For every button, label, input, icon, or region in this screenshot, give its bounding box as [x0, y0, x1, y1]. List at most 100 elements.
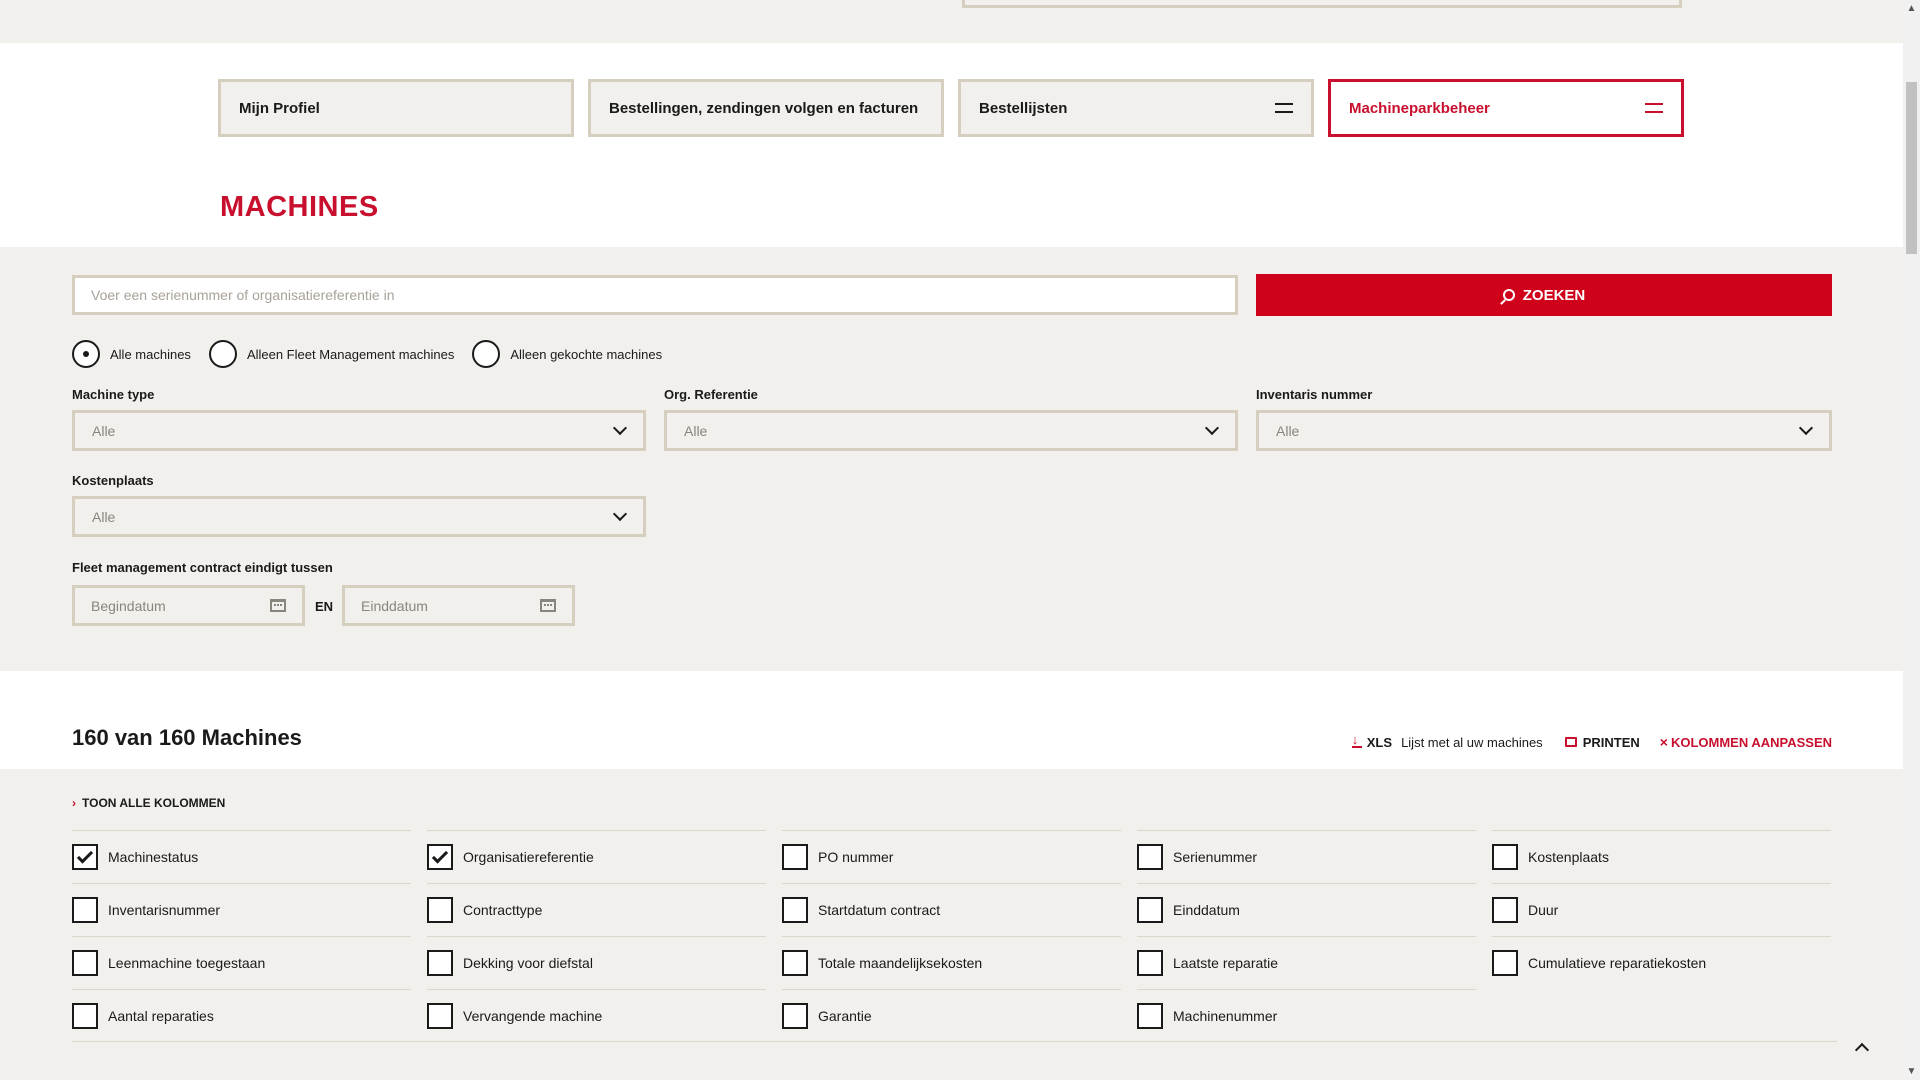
chevron-down-icon: [612, 506, 628, 521]
tab-label: Bestellijsten: [979, 99, 1068, 117]
menu-icon: [1275, 103, 1293, 113]
column-checkbox[interactable]: Cumulatieve reparatiekosten: [1492, 936, 1831, 989]
page-title: MACHINES: [220, 191, 379, 223]
column-checkbox[interactable]: Serienummer: [1137, 830, 1476, 883]
column-checkbox[interactable]: Leenmachine toegestaan: [72, 936, 411, 989]
print-label: PRINTEN: [1582, 734, 1640, 750]
show-all-columns-label: TOON ALLE KOLOMMEN: [82, 796, 226, 810]
checkbox-empty-icon: [1492, 950, 1518, 976]
end-date-input[interactable]: Einddatum: [342, 585, 575, 626]
tab-bestellijsten[interactable]: Bestellijsten: [958, 79, 1314, 137]
radio-fleet-management[interactable]: Alleen Fleet Management machines: [208, 340, 455, 368]
column-checkbox-label: Aantal reparaties: [108, 1008, 214, 1024]
xls-description: Lijst met al uw machines: [1401, 734, 1543, 750]
checkbox-empty-icon: [782, 844, 808, 870]
chevron-down-icon: [1204, 420, 1220, 435]
inventory-label: Inventaris nummer: [1256, 387, 1373, 402]
search-button[interactable]: ZOEKEN: [1256, 274, 1832, 316]
tab-machineparkbeheer[interactable]: Machineparkbeheer: [1328, 79, 1684, 137]
show-all-columns-toggle[interactable]: › TOON ALLE KOLOMMEN: [72, 796, 225, 810]
inventory-select[interactable]: Alle: [1256, 410, 1832, 451]
column-checkbox[interactable]: PO nummer: [782, 830, 1121, 883]
filter-panel: ZOEKEN Alle machines Alleen Fleet Manage…: [0, 247, 1903, 671]
tab-mijn-profiel[interactable]: Mijn Profiel: [218, 79, 574, 137]
checkbox-empty-icon: [427, 950, 453, 976]
machine-type-label: Machine type: [72, 387, 155, 402]
chevron-down-icon: [612, 420, 628, 435]
results-header: 160 van 160 Machines XLS Lijst met al uw…: [0, 671, 1903, 769]
checkbox-empty-icon: [427, 897, 453, 923]
radio-all-machines[interactable]: Alle machines: [72, 340, 191, 368]
close-icon: ×: [1659, 734, 1668, 750]
radio-empty-icon: [472, 340, 501, 368]
column-checkbox-label: Laatste reparatie: [1173, 955, 1279, 971]
cost-center-label: Kostenplaats: [72, 473, 154, 488]
column-checkbox[interactable]: Einddatum: [1137, 883, 1476, 936]
column-checkbox[interactable]: Organisatiereferentie: [427, 830, 766, 883]
customize-columns-link[interactable]: × KOLOMMEN AANPASSEN: [1660, 734, 1832, 750]
tab-label: Machineparkbeheer: [1349, 99, 1490, 117]
select-value: Alle: [92, 508, 116, 525]
column-checkbox-label: Totale maandelijksekosten: [818, 955, 983, 971]
radio-label: Alleen Fleet Management machines: [246, 346, 455, 362]
checkbox-empty-icon: [1137, 1003, 1163, 1029]
date-placeholder: Begindatum: [91, 597, 166, 614]
column-checkbox[interactable]: Duur: [1492, 883, 1831, 936]
radio-purchased[interactable]: Alleen gekochte machines: [472, 340, 662, 368]
contract-label: Fleet management contract eindigt tussen: [72, 560, 333, 575]
checkbox-empty-icon: [427, 1003, 453, 1029]
start-date-input[interactable]: Begindatum: [72, 585, 305, 626]
column-checkbox-grid: Machinestatus Organisatiereferentie PO num…: [72, 830, 1847, 1042]
column-checkbox-label: Kostenplaats: [1528, 849, 1609, 865]
scroll-up-arrow-icon[interactable]: ▲: [1903, 0, 1920, 17]
column-checkbox-label: Startdatum contract: [818, 902, 941, 918]
column-checkbox[interactable]: Dekking voor diefstal: [427, 936, 766, 989]
column-checkbox[interactable]: Inventarisnummer: [72, 883, 411, 936]
radio-empty-icon: [208, 340, 237, 368]
print-link[interactable]: PRINTEN: [1564, 734, 1640, 750]
scrollbar[interactable]: ▲ ▼: [1903, 0, 1920, 1080]
radio-selected-icon: [72, 340, 100, 368]
menu-icon: [1645, 103, 1663, 113]
column-checkbox[interactable]: Startdatum contract: [782, 883, 1121, 936]
cost-center-select[interactable]: Alle: [72, 496, 646, 537]
column-checkbox[interactable]: Machinestatus: [72, 830, 411, 883]
checkbox-empty-icon: [782, 1003, 808, 1029]
tab-label: Mijn Profiel: [239, 99, 320, 117]
top-strip: [0, 0, 1903, 43]
select-value: Alle: [684, 422, 708, 439]
org-ref-label: Org. Referentie: [664, 387, 758, 402]
column-checkbox-label: Vervangende machine: [463, 1008, 603, 1024]
calendar-icon: [270, 599, 286, 612]
column-checkbox-label: Dekking voor diefstal: [463, 955, 593, 971]
column-checkbox[interactable]: Garantie: [782, 989, 1121, 1042]
radio-label: Alleen gekochte machines: [510, 346, 663, 362]
checkbox-empty-icon: [72, 950, 98, 976]
scroll-down-arrow-icon[interactable]: ▼: [1903, 1063, 1920, 1080]
checkbox-empty-icon: [1492, 844, 1518, 870]
scroll-thumb[interactable]: [1906, 82, 1917, 254]
xls-label: XLS: [1366, 734, 1393, 750]
column-checkbox-label: Serienummer: [1173, 849, 1258, 865]
column-checkbox-label: PO nummer: [818, 849, 894, 865]
account-nav: Mijn Profiel Bestellingen, zendingen vol…: [0, 43, 1903, 247]
column-checkbox-label: Cumulatieve reparatiekosten: [1528, 955, 1707, 971]
tab-bestellingen[interactable]: Bestellingen, zendingen volgen en factur…: [588, 79, 944, 137]
org-ref-select[interactable]: Alle: [664, 410, 1238, 451]
column-checkbox[interactable]: Totale maandelijksekosten: [782, 936, 1121, 989]
column-checkbox-label: Duur: [1528, 902, 1559, 918]
column-checkbox-label: Inventarisnummer: [108, 902, 221, 918]
machine-type-select[interactable]: Alle: [72, 410, 646, 451]
xls-export-link[interactable]: XLS Lijst met al uw machines: [1351, 732, 1543, 750]
checkbox-checked-icon: [427, 844, 453, 870]
column-checkbox[interactable]: Contracttype: [427, 883, 766, 936]
column-checkbox[interactable]: Laatste reparatie: [1137, 936, 1476, 989]
search-input[interactable]: [72, 275, 1238, 315]
back-to-top-button[interactable]: [1851, 1036, 1873, 1058]
customize-columns-label: KOLOMMEN AANPASSEN: [1670, 734, 1832, 750]
divider: [72, 1041, 1837, 1042]
column-checkbox[interactable]: Machinenummer: [1137, 989, 1476, 1042]
column-checkbox[interactable]: Vervangende machine: [427, 989, 766, 1042]
column-checkbox[interactable]: Kostenplaats: [1492, 830, 1831, 883]
column-checkbox[interactable]: Aantal reparaties: [72, 989, 411, 1042]
